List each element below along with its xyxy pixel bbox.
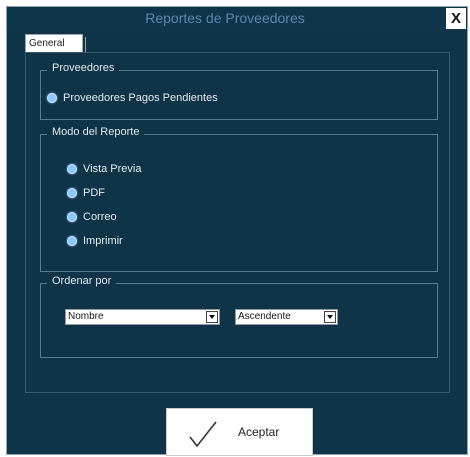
group-proveedores-title: Proveedores — [47, 62, 120, 74]
tab-general[interactable]: General — [25, 34, 86, 53]
window-title: Reportes de Proveedores — [145, 10, 305, 26]
radio-selected-icon — [67, 164, 77, 174]
radio-correo[interactable]: Correo — [67, 211, 117, 223]
checkmark-icon — [189, 421, 217, 448]
radio-label: PDF — [83, 187, 105, 199]
group-modo-title: Modo del Reporte — [47, 126, 145, 138]
group-ordenar-por: Ordenar por Nombre Ascendente — [40, 275, 438, 358]
accept-button[interactable]: Aceptar — [166, 408, 313, 456]
radio-vista-previa[interactable]: Vista Previa — [67, 163, 142, 175]
radio-label: Correo — [83, 211, 117, 223]
group-modo-reporte: Modo del Reporte Vista Previa PDF Correo… — [40, 126, 438, 272]
radio-proveedores-pagos-pendientes[interactable]: Proveedores Pagos Pendientes — [47, 92, 218, 104]
radio-pdf[interactable]: PDF — [67, 187, 105, 199]
accept-button-label: Aceptar — [238, 425, 280, 439]
radio-icon — [67, 188, 77, 198]
radio-icon — [67, 236, 77, 246]
radio-label: Vista Previa — [83, 163, 142, 175]
radio-icon — [67, 212, 77, 222]
dropdown-arrow-icon[interactable] — [206, 311, 218, 323]
sort-field-value: Nombre — [68, 311, 104, 322]
dropdown-arrow-icon[interactable] — [324, 311, 336, 323]
radio-label: Imprimir — [83, 235, 123, 247]
radio-selected-icon — [47, 93, 57, 103]
title-bar: Reportes de Proveedores X — [7, 7, 467, 31]
sort-direction-select[interactable]: Ascendente — [235, 309, 338, 325]
tab-panel-general: Proveedores Proveedores Pagos Pendientes… — [25, 52, 450, 393]
sort-field-select[interactable]: Nombre — [65, 309, 220, 325]
radio-imprimir[interactable]: Imprimir — [67, 235, 123, 247]
group-ordenar-title: Ordenar por — [47, 275, 117, 287]
radio-label: Proveedores Pagos Pendientes — [63, 92, 218, 104]
group-proveedores: Proveedores Proveedores Pagos Pendientes — [40, 62, 438, 120]
sort-direction-value: Ascendente — [238, 311, 291, 322]
close-button[interactable]: X — [446, 8, 466, 29]
report-dialog: Reportes de Proveedores X General Provee… — [6, 6, 468, 456]
